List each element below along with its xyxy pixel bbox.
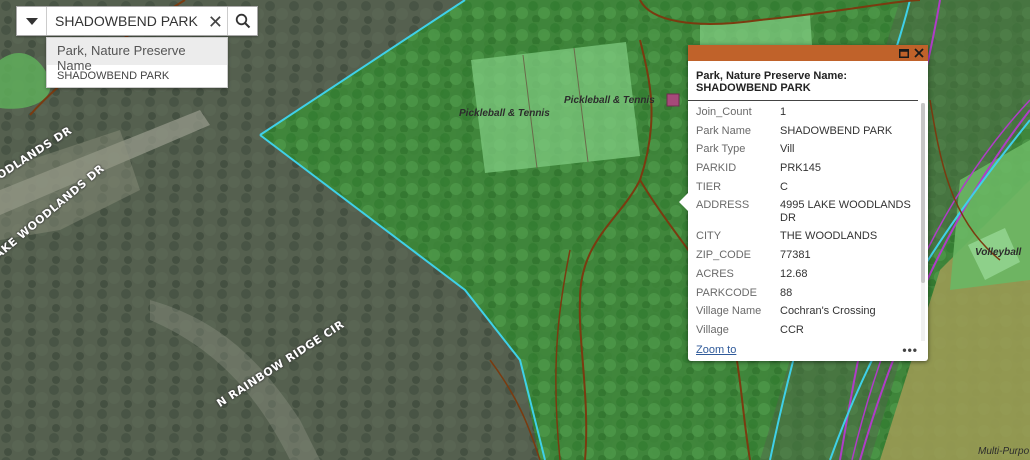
attribute-key: Village Name (696, 305, 762, 318)
attribute-row: ADDRESS 4995 LAKE WOODLANDS DR (688, 196, 920, 227)
attribute-key: Join_Count (696, 106, 752, 118)
maximize-icon (899, 48, 909, 58)
popup-title-value: SHADOWBEND PARK (696, 82, 811, 94)
attribute-value: PRK145 (780, 162, 821, 175)
close-button[interactable] (914, 48, 924, 58)
attribute-value: CCR (780, 323, 804, 336)
attribute-value: 88 (780, 286, 793, 299)
search-source-button[interactable] (17, 7, 47, 35)
poi-label-pickleball-2: Pickleball & Tennis (564, 95, 655, 106)
popup-scrollbar[interactable] (921, 103, 925, 341)
popup-title-label: Park, Nature Preserve Name: (696, 70, 848, 82)
maximize-button[interactable] (899, 48, 909, 58)
attribute-key: Park Name (696, 124, 752, 137)
attribute-key: PARKCODE (696, 286, 757, 299)
attribute-key: ADDRESS (696, 199, 750, 212)
attribute-value: 12.68 (780, 267, 808, 280)
attribute-row: Park Type Vill (688, 140, 920, 159)
close-icon[interactable]: ✕ (208, 13, 223, 31)
search-input[interactable] (55, 13, 205, 29)
attribute-row: Village CCR (688, 321, 920, 340)
popup-attribute-table[interactable]: Join_Count 1 Park Name SHADOWBEND PARK Park … (688, 103, 920, 341)
search-icon (235, 13, 250, 29)
attribute-key: TIER (696, 180, 722, 193)
chevron-down-icon (25, 17, 38, 25)
attribute-value: SHADOWBEND PARK (780, 124, 893, 137)
suggestion-group-header: Park, Nature Preserve Name (47, 38, 227, 73)
attribute-row: Park Name SHADOWBEND PARK (688, 122, 920, 141)
search-input-wrap: ✕ (47, 7, 227, 35)
popup-footer: Zoom to ••• (688, 339, 928, 361)
popup-header (688, 45, 928, 61)
search-button[interactable] (227, 7, 257, 35)
attribute-key: ZIP_CODE (696, 249, 752, 262)
attribute-value: 4995 LAKE WOODLANDS DR (780, 199, 911, 224)
attribute-key: CITY (696, 230, 722, 243)
poi-label-multi-purpose: Multi-Purpo (978, 446, 1030, 457)
more-actions-button[interactable]: ••• (902, 343, 918, 357)
attribute-row: TIER C (688, 178, 920, 197)
poi-label-volleyball: Volleyball (975, 247, 1022, 258)
attribute-row: PARKCODE 88 (688, 284, 920, 303)
attribute-key: PARKID (696, 162, 737, 175)
attribute-key: ACRES (696, 267, 734, 280)
popup-title: Park, Nature Preserve Name: SHADOWBEND P… (688, 61, 918, 101)
zoom-to-link[interactable]: Zoom to (696, 344, 736, 356)
search-widget: ✕ (16, 6, 258, 36)
feature-popup: Park, Nature Preserve Name: SHADOWBEND P… (679, 45, 928, 361)
attribute-value: Vill (780, 143, 795, 156)
attribute-value: 1 (780, 106, 787, 118)
attribute-value: Cochran's Crossing (780, 305, 876, 318)
attribute-key: Village (696, 323, 729, 336)
attribute-row: ACRES 12.68 (688, 265, 920, 284)
popup-pointer (679, 193, 688, 211)
attribute-row: Join_Count 1 (688, 103, 920, 122)
attribute-row: ZIP_CODE 77381 (688, 246, 920, 265)
amenity-marker[interactable] (666, 93, 680, 107)
close-icon (914, 48, 924, 58)
search-suggestions: Park, Nature Preserve Name SHADOWBEND PA… (46, 37, 228, 88)
attribute-value: 77381 (780, 249, 811, 262)
attribute-row: PARKID PRK145 (688, 159, 920, 178)
attribute-key: Park Type (696, 143, 746, 156)
attribute-row: CITY THE WOODLANDS (688, 227, 920, 246)
poi-label-pickleball-1: Pickleball & Tennis (459, 108, 550, 119)
attribute-value: THE WOODLANDS (780, 230, 878, 243)
attribute-row: Village Name Cochran's Crossing (688, 302, 920, 321)
scrollbar-thumb[interactable] (921, 103, 925, 283)
attribute-value: C (780, 180, 788, 193)
